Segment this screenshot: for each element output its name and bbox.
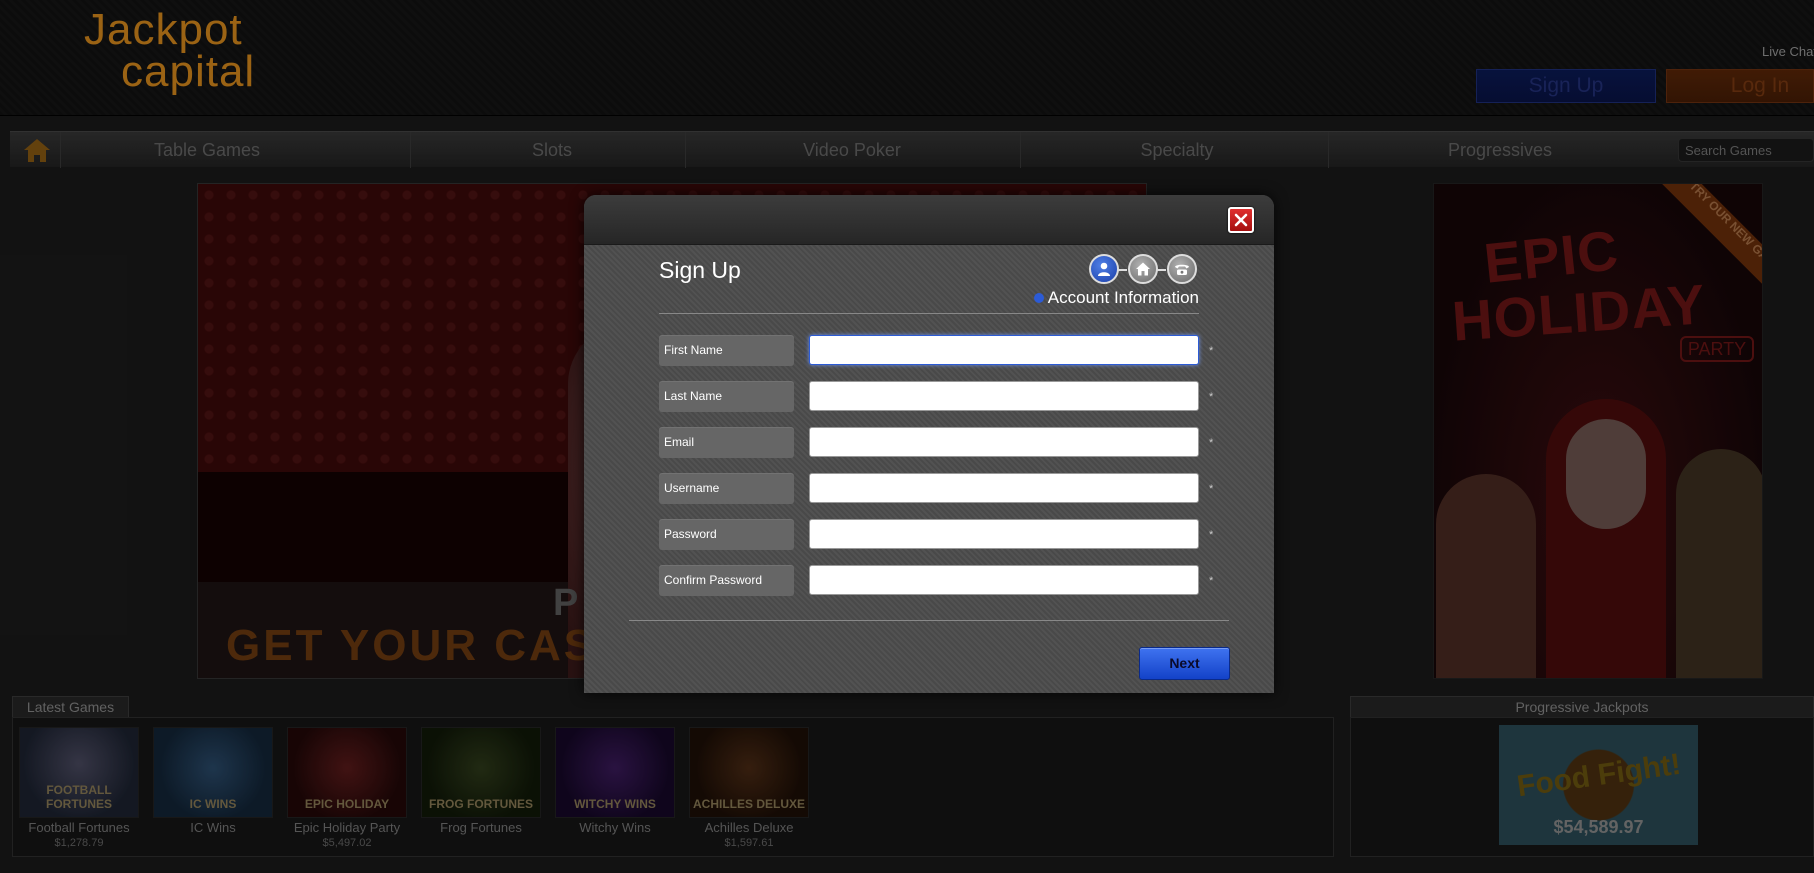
step-connector	[1117, 269, 1127, 271]
user-icon	[1089, 254, 1119, 284]
email-label: Email	[659, 427, 794, 458]
password-label: Password	[659, 519, 794, 550]
signup-modal: Sign Up Account Information First Name *…	[584, 195, 1274, 693]
last-name-label: Last Name	[659, 381, 794, 412]
modal-title: Sign Up	[659, 257, 741, 283]
step-label: Account Information	[984, 288, 1199, 308]
required-marker: *	[1209, 391, 1214, 403]
username-input[interactable]	[809, 473, 1199, 503]
divider	[629, 620, 1229, 621]
phone-icon	[1167, 254, 1197, 284]
home-icon	[1128, 254, 1158, 284]
next-button[interactable]: Next	[1139, 647, 1230, 680]
confirm-password-label: Confirm Password	[659, 565, 794, 596]
required-marker: *	[1209, 575, 1214, 587]
required-marker: *	[1209, 437, 1214, 449]
modal-header-bar	[584, 195, 1274, 245]
close-icon[interactable]	[1228, 207, 1254, 233]
password-input[interactable]	[809, 519, 1199, 549]
username-label: Username	[659, 473, 794, 504]
confirm-password-input[interactable]	[809, 565, 1199, 595]
first-name-input[interactable]	[809, 335, 1199, 365]
step-dot-icon	[1033, 293, 1044, 303]
step-connector	[1156, 269, 1166, 271]
step-label-text: Account Information	[1047, 288, 1199, 307]
required-marker: *	[1209, 483, 1214, 495]
email-input[interactable]	[809, 427, 1199, 457]
last-name-input[interactable]	[809, 381, 1199, 411]
divider	[659, 313, 1199, 314]
first-name-label: First Name	[659, 335, 794, 366]
required-marker: *	[1209, 345, 1214, 357]
required-marker: *	[1209, 529, 1214, 541]
